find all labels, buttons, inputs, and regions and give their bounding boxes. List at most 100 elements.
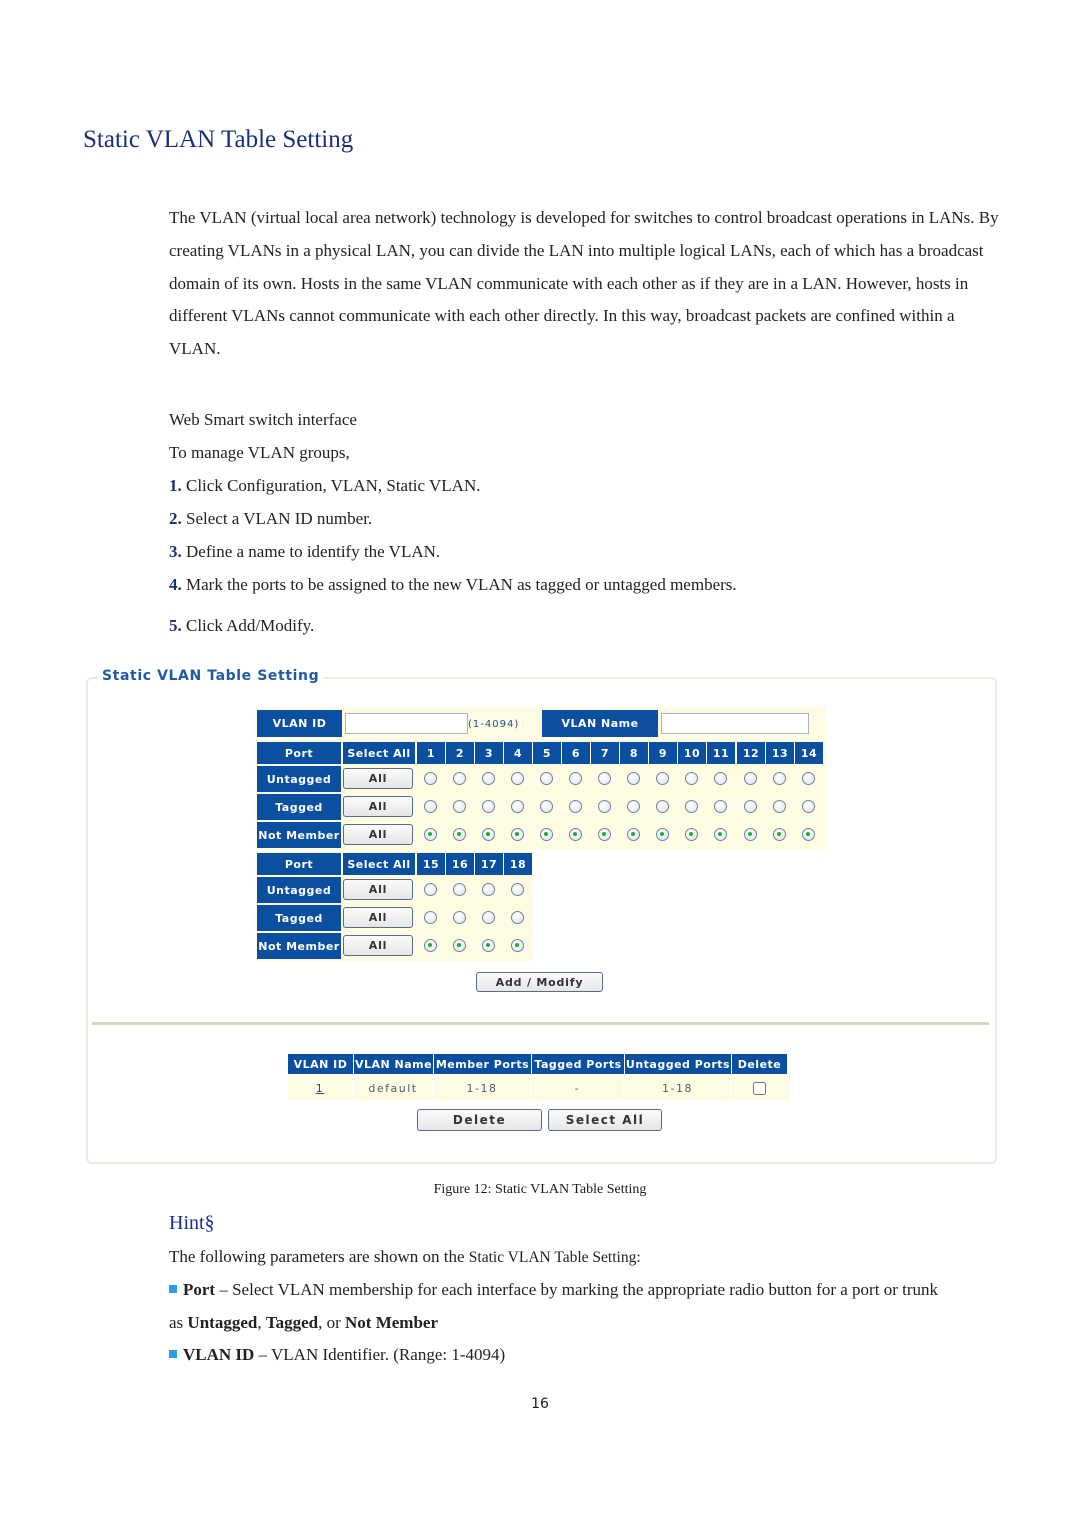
radio-not-member-port-10[interactable] xyxy=(685,828,698,841)
step-3: 3. Define a name to identify the VLAN. xyxy=(169,542,440,562)
step-5: 5. Click Add/Modify. xyxy=(169,616,314,636)
radio-not-member-port-2[interactable] xyxy=(453,828,466,841)
radio-tagged-port-7[interactable] xyxy=(598,800,611,813)
all-untagged-button[interactable]: All xyxy=(343,768,413,789)
hint-item-port: Port – Select VLAN membership for each i… xyxy=(169,1280,938,1300)
radio-tagged-port-11[interactable] xyxy=(714,800,727,813)
step-text: Select a VLAN ID number. xyxy=(186,509,373,528)
radio-tagged-port-13[interactable] xyxy=(773,800,786,813)
divider xyxy=(92,1022,989,1025)
radio-not-member-port-18[interactable] xyxy=(511,939,524,952)
manage-label: To manage VLAN groups, xyxy=(169,443,350,462)
radio-untagged-port-9[interactable] xyxy=(656,772,669,785)
step-1: 1. Click Configuration, VLAN, Static VLA… xyxy=(169,476,481,496)
radio-tagged-port-4[interactable] xyxy=(511,800,524,813)
radio-untagged-port-5[interactable] xyxy=(540,772,553,785)
hint-text: , xyxy=(257,1313,266,1332)
radio-tagged-port-8[interactable] xyxy=(627,800,640,813)
radio-tagged-port-16[interactable] xyxy=(453,911,466,924)
radio-not-member-port-16[interactable] xyxy=(453,939,466,952)
port-number-header: 10 xyxy=(678,742,706,764)
select-all-button[interactable]: Select All xyxy=(548,1109,662,1131)
all-untagged-button[interactable]: All xyxy=(343,879,413,900)
radio-untagged-port-10[interactable] xyxy=(685,772,698,785)
hint-item-vlan-id: VLAN ID – VLAN Identifier. (Range: 1-409… xyxy=(169,1345,505,1365)
figure-caption: Figure 12: Static VLAN Table Setting xyxy=(433,1182,647,1197)
radio-not-member-port-1[interactable] xyxy=(424,828,437,841)
radio-not-member-port-6[interactable] xyxy=(569,828,582,841)
vlan-id-range: (1-4094) xyxy=(468,719,520,730)
port-number-header: 18 xyxy=(504,853,532,875)
delete-checkbox[interactable] xyxy=(753,1081,766,1095)
radio-untagged-port-6[interactable] xyxy=(569,772,582,785)
port-number-header: 17 xyxy=(475,853,503,875)
radio-not-member-port-14[interactable] xyxy=(802,828,815,841)
radio-not-member-port-13[interactable] xyxy=(773,828,786,841)
radio-untagged-port-3[interactable] xyxy=(482,772,495,785)
radio-tagged-port-3[interactable] xyxy=(482,800,495,813)
radio-untagged-port-11[interactable] xyxy=(714,772,727,785)
radio-untagged-port-16[interactable] xyxy=(453,883,466,896)
radio-not-member-port-12[interactable] xyxy=(744,828,757,841)
radio-tagged-port-1[interactable] xyxy=(424,800,437,813)
radio-tagged-port-12[interactable] xyxy=(744,800,757,813)
radio-tagged-port-9[interactable] xyxy=(656,800,669,813)
radio-untagged-port-8[interactable] xyxy=(627,772,640,785)
hint-term: VLAN ID xyxy=(183,1345,255,1364)
radio-not-member-port-8[interactable] xyxy=(627,828,640,841)
port-number-header: 11 xyxy=(707,742,735,764)
radio-tagged-port-14[interactable] xyxy=(802,800,815,813)
vlan-id-input[interactable] xyxy=(345,713,468,734)
add-modify-button[interactable]: Add / Modify xyxy=(476,972,603,992)
radio-not-member-port-3[interactable] xyxy=(482,828,495,841)
bullet-icon xyxy=(169,1350,177,1358)
radio-untagged-port-17[interactable] xyxy=(482,883,495,896)
radio-not-member-port-9[interactable] xyxy=(656,828,669,841)
radio-untagged-port-2[interactable] xyxy=(453,772,466,785)
column-header: VLAN Name xyxy=(354,1054,433,1074)
port-number-header: 3 xyxy=(475,742,503,764)
radio-tagged-port-5[interactable] xyxy=(540,800,553,813)
vlan-name-input[interactable] xyxy=(661,713,809,734)
radio-tagged-port-6[interactable] xyxy=(569,800,582,813)
all-not-member-button[interactable]: All xyxy=(343,935,413,956)
radio-untagged-port-13[interactable] xyxy=(773,772,786,785)
radio-untagged-port-12[interactable] xyxy=(744,772,757,785)
radio-untagged-port-7[interactable] xyxy=(598,772,611,785)
port-membership-grid: Port Select All 1 2 3 4 5 6 7 8 9 10 11 12 13 14 Untagge… xyxy=(256,740,826,962)
port-number-header: 5 xyxy=(533,742,561,764)
radio-tagged-port-15[interactable] xyxy=(424,911,437,924)
radio-tagged-port-2[interactable] xyxy=(453,800,466,813)
all-not-member-button[interactable]: All xyxy=(343,824,413,845)
radio-not-member-port-15[interactable] xyxy=(424,939,437,952)
radio-not-member-port-17[interactable] xyxy=(482,939,495,952)
step-number: 3. xyxy=(169,542,182,561)
radio-not-member-port-7[interactable] xyxy=(598,828,611,841)
radio-untagged-port-14[interactable] xyxy=(802,772,815,785)
port-number-header: 8 xyxy=(620,742,648,764)
radio-tagged-port-18[interactable] xyxy=(511,911,524,924)
radio-tagged-port-17[interactable] xyxy=(482,911,495,924)
delete-button[interactable]: Delete xyxy=(417,1109,542,1131)
all-tagged-button[interactable]: All xyxy=(343,796,413,817)
radio-not-member-port-11[interactable] xyxy=(714,828,727,841)
port-number-header: 16 xyxy=(446,853,474,875)
all-tagged-button[interactable]: All xyxy=(343,907,413,928)
radio-untagged-port-15[interactable] xyxy=(424,883,437,896)
hint-intro-text: The following parameters are shown on th… xyxy=(169,1247,469,1266)
radio-not-member-port-5[interactable] xyxy=(540,828,553,841)
vlan-id-link[interactable]: 1 xyxy=(316,1082,325,1095)
radio-tagged-port-10[interactable] xyxy=(685,800,698,813)
tagged-ports-cell: - xyxy=(532,1076,624,1100)
hint-option: Tagged xyxy=(265,1313,319,1332)
radio-untagged-port-18[interactable] xyxy=(511,883,524,896)
radio-untagged-port-1[interactable] xyxy=(424,772,437,785)
radio-not-member-port-4[interactable] xyxy=(511,828,524,841)
hint-term: Port xyxy=(183,1280,216,1299)
radio-untagged-port-4[interactable] xyxy=(511,772,524,785)
port-number-header: 14 xyxy=(795,742,823,764)
hint-text: , or xyxy=(318,1313,346,1332)
figure-legend: Static VLAN Table Setting xyxy=(98,668,324,684)
row-label-untagged: Untagged xyxy=(257,877,341,903)
hint-option: Not Member xyxy=(345,1313,439,1332)
